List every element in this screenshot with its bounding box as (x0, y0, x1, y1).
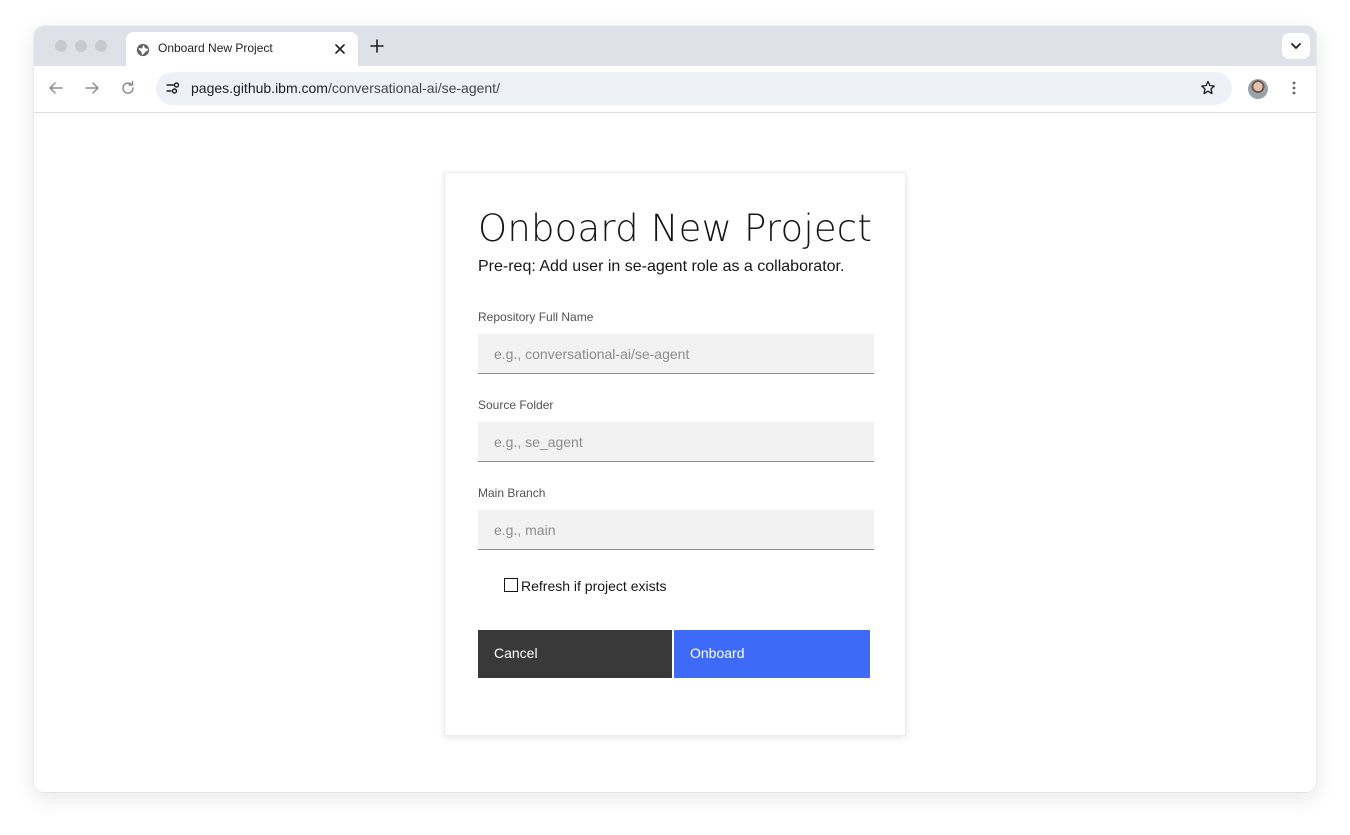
globe-icon (136, 43, 150, 57)
url-host: pages.github.ibm.com (191, 80, 328, 96)
minimize-window-button[interactable] (75, 40, 87, 52)
chevron-down-icon (1291, 43, 1301, 49)
profile-avatar[interactable] (1248, 79, 1268, 99)
prereq-note: Pre-req: Add user in se-agent role as a … (478, 258, 845, 275)
url-text: pages.github.ibm.com/conversational-ai/s… (191, 80, 500, 96)
main-branch-label: Main Branch (478, 486, 546, 500)
tab-strip: Onboard New Project (34, 26, 1316, 66)
tab-search-button[interactable] (1282, 33, 1310, 59)
onboard-form-card: Onboard New Project Pre-req: Add user in… (444, 172, 906, 736)
source-folder-label: Source Folder (478, 398, 554, 412)
repo-name-input[interactable] (478, 334, 874, 374)
back-arrow-icon[interactable] (48, 80, 64, 96)
url-path: /conversational-ai/se-agent/ (327, 80, 500, 96)
main-branch-input[interactable] (478, 510, 874, 550)
cancel-button[interactable]: Cancel (478, 630, 672, 678)
browser-tab[interactable]: Onboard New Project (126, 32, 358, 66)
refresh-checkbox[interactable] (504, 578, 518, 592)
refresh-checkbox-label: Refresh if project exists (521, 578, 667, 594)
browser-toolbar: pages.github.ibm.com/conversational-ai/s… (34, 66, 1316, 113)
address-bar[interactable]: pages.github.ibm.com/conversational-ai/s… (156, 72, 1232, 105)
star-icon[interactable] (1200, 80, 1216, 96)
close-window-button[interactable] (55, 40, 67, 52)
close-icon[interactable] (334, 43, 346, 55)
forward-arrow-icon[interactable] (84, 80, 100, 96)
browser-window: Onboard New Project pages.github.ibm.com… (34, 26, 1316, 792)
source-folder-input[interactable] (478, 422, 874, 462)
tab-title: Onboard New Project (158, 41, 273, 55)
site-settings-icon[interactable] (165, 80, 181, 96)
reload-icon[interactable] (120, 80, 136, 96)
onboard-button[interactable]: Onboard (674, 630, 870, 678)
repo-name-label: Repository Full Name (478, 310, 594, 324)
page-title: Onboard New Project (478, 207, 873, 250)
maximize-window-button[interactable] (95, 40, 107, 52)
more-vert-icon[interactable] (1286, 80, 1302, 96)
plus-icon[interactable] (370, 39, 384, 53)
